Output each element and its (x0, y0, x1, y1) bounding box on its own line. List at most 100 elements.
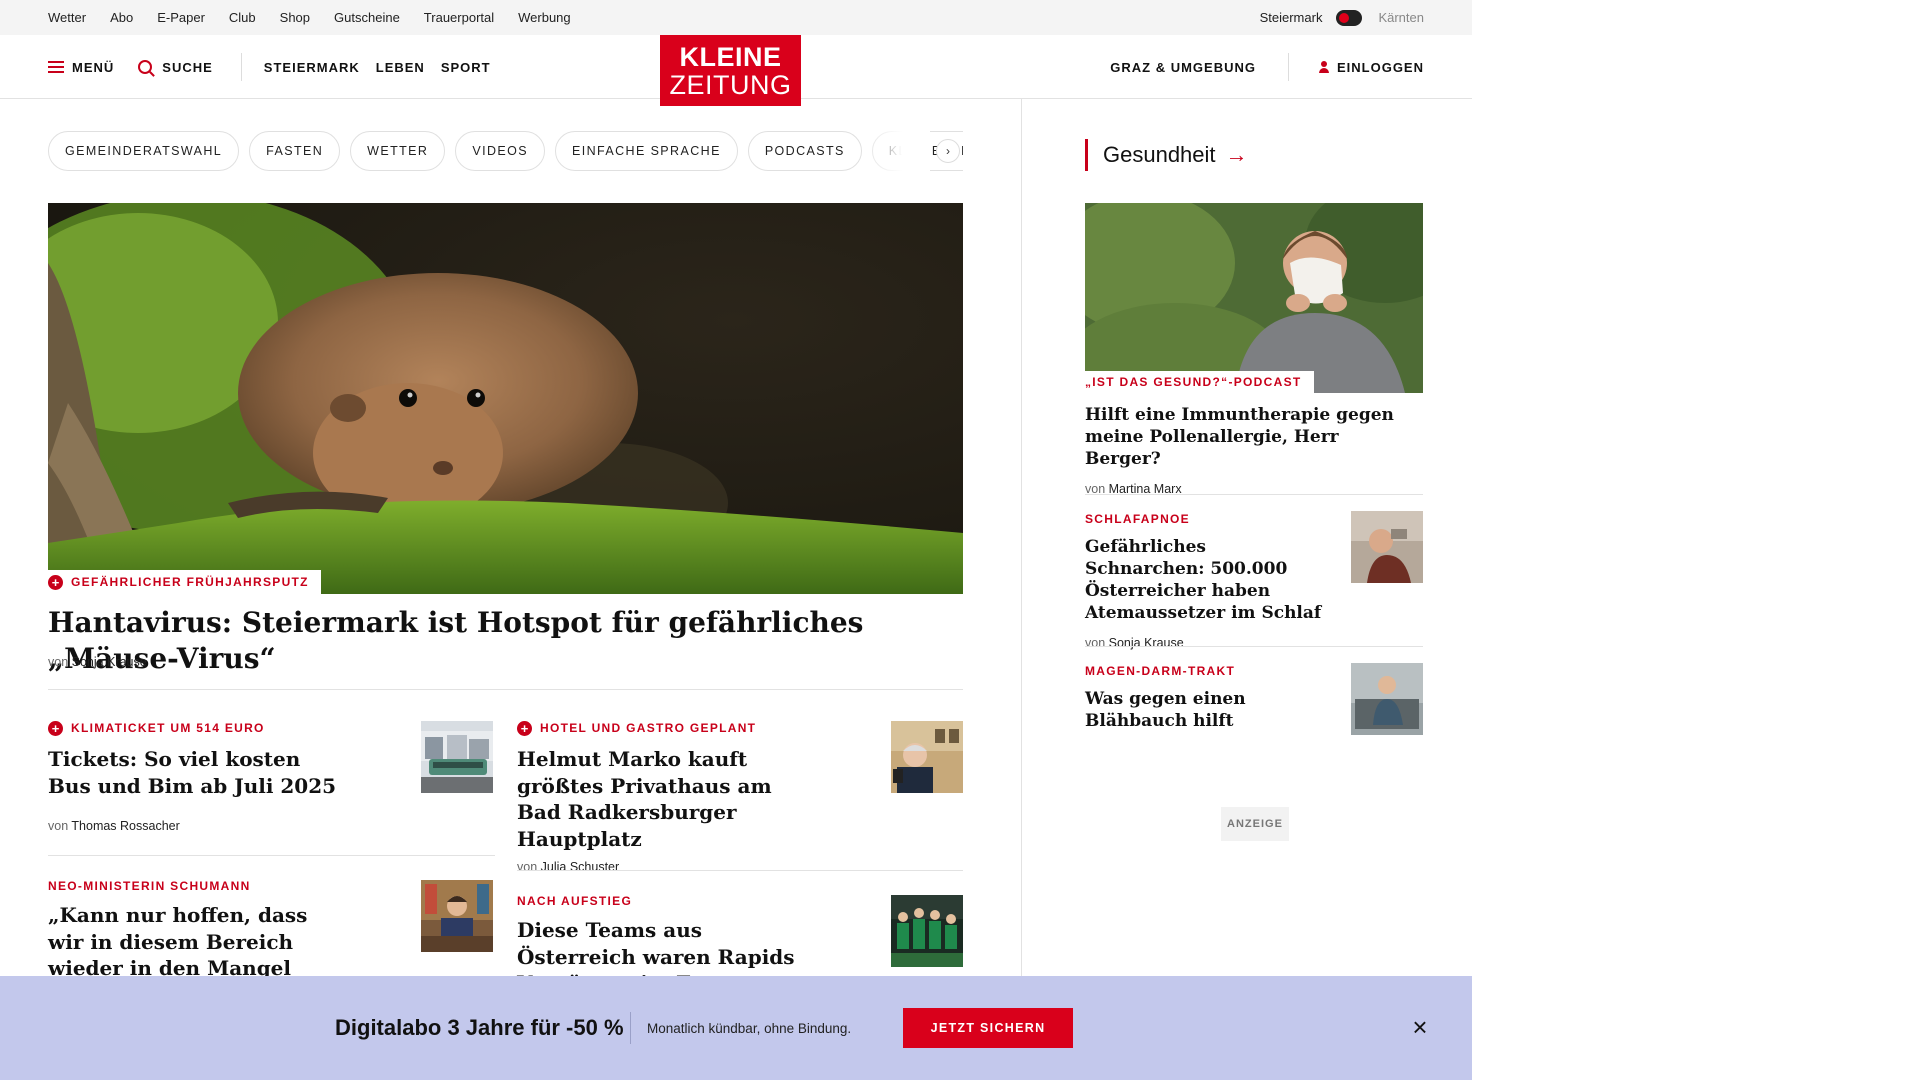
teaser-thumbnail-rapid[interactable] (891, 895, 963, 967)
byline-prefix: von (517, 860, 538, 874)
chip-gemeinderatswahl[interactable]: GEMEINDERATSWAHL (48, 131, 240, 171)
login-button[interactable]: EINLOGGEN (1318, 60, 1424, 75)
chip-fasten[interactable]: FASTEN (249, 131, 341, 171)
nav-sport[interactable]: SPORT (441, 60, 491, 75)
hamburger-icon (48, 61, 64, 73)
teaser-thumbnail-tram[interactable] (421, 721, 493, 793)
empty-area (1472, 0, 1920, 1080)
sidebar-kicker: MAGEN-DARM-TRAKT (1085, 664, 1236, 678)
teaser-kicker: NEO-MINISTERIN SCHUMANN (48, 879, 251, 893)
region-kaernten[interactable]: Kärnten (1378, 10, 1424, 25)
util-link-wetter[interactable]: Wetter (48, 10, 86, 25)
teaser-kicker-row: + HOTEL UND GASTRO GEPLANT (517, 720, 817, 736)
sidebar-feature[interactable]: Hilft eine Immuntherapie gegen meine Pol… (1085, 404, 1395, 496)
teaser-byline: von Thomas Rossacher (48, 819, 348, 833)
hero-kicker: + GEFÄHRLICHER FRÜHJAHRSPUTZ (48, 570, 321, 594)
sidebar-item-magen-darm[interactable]: MAGEN-DARM-TRAKT Was gegen einen Blähbau… (1085, 662, 1330, 732)
plus-icon: + (48, 720, 63, 736)
search-label: SUCHE (162, 59, 213, 75)
sidebar-section-title[interactable]: Gesundheit → (1085, 139, 1248, 171)
promo-divider (630, 1012, 631, 1044)
nav-leben[interactable]: LEBEN (376, 60, 425, 75)
hero-kicker-text: GEFÄHRLICHER FRÜHJAHRSPUTZ (71, 575, 309, 589)
region-steiermark[interactable]: Steiermark (1260, 10, 1323, 25)
teaser-title[interactable]: Tickets: So viel kosten Bus und Bim ab J… (48, 746, 348, 799)
sidebar-feature-title[interactable]: Hilft eine Immuntherapie gegen meine Pol… (1085, 404, 1395, 470)
byline-prefix: von (48, 655, 69, 669)
topic-chips: GEMEINDERATSWAHL FASTEN WETTER VIDEOS EI… (48, 131, 963, 171)
chip-podcasts[interactable]: PODCASTS (747, 131, 862, 171)
util-link-shop[interactable]: Shop (280, 10, 310, 25)
hero-title[interactable]: Hantavirus: Steiermark ist Hotspot für g… (48, 605, 988, 677)
promo-cta-button[interactable]: JETZT SICHERN (903, 1008, 1073, 1048)
chip-einfache-sprache[interactable]: EINFACHE SPRACHE (554, 131, 738, 171)
region-link[interactable]: GRAZ & UMGEBUNG (1110, 60, 1256, 75)
site-logo[interactable]: KLEINE ZEITUNG (660, 35, 801, 106)
ad-label: ANZEIGE (1221, 807, 1289, 841)
teaser-kicker-row: + KLIMATICKET UM 514 EURO (48, 720, 348, 736)
sidebar-feature-kicker: „IST DAS GESUND?“-PODCAST (1085, 371, 1314, 393)
sidebar-thumbnail-blaehbauch[interactable] (1351, 663, 1423, 735)
region-toggle[interactable] (1336, 9, 1363, 26)
site: Wetter Abo E-Paper Club Shop Gutscheine … (0, 0, 1472, 1080)
teaser-kicker-row: NACH AUFSTIEG (517, 893, 817, 909)
util-link-epaper[interactable]: E-Paper (157, 10, 205, 25)
teaser-author[interactable]: Thomas Rossacher (71, 819, 179, 833)
teaser-thumbnail-marko[interactable] (891, 721, 963, 793)
util-link-gutscheine[interactable]: Gutscheine (334, 10, 400, 25)
byline-prefix: von (1085, 636, 1106, 650)
header-divider-right (1287, 53, 1289, 81)
close-icon[interactable]: × (1408, 1014, 1432, 1040)
divider (517, 870, 963, 871)
util-link-trauerportal[interactable]: Trauerportal (424, 10, 494, 25)
teaser-klimaticket[interactable]: + KLIMATICKET UM 514 EURO Tickets: So vi… (48, 720, 348, 833)
menu-label: MENÜ (72, 59, 115, 75)
sidebar-author[interactable]: Sonja Krause (1109, 636, 1184, 650)
logo-line1: KLEINE (679, 41, 782, 72)
header-right: GRAZ & UMGEBUNG EINLOGGEN (1110, 35, 1424, 99)
header-divider (240, 53, 242, 81)
byline-prefix: von (48, 819, 69, 833)
divider (48, 689, 963, 690)
plus-icon: + (48, 574, 63, 590)
hero-byline: von Sonja Krause (48, 655, 147, 669)
hero-author[interactable]: Sonja Krause (72, 655, 147, 669)
page: Wetter Abo E-Paper Club Shop Gutscheine … (0, 0, 1920, 1080)
sidebar-item-byline: von Sonja Krause (1085, 636, 1330, 650)
sidebar-item-title[interactable]: Was gegen einen Blähbauch hilft (1085, 688, 1330, 732)
teaser-kicker-row: NEO-MINISTERIN SCHUMANN (48, 878, 338, 894)
sidebar-item-schlafapnoe[interactable]: SCHLAFAPNOE Gefährliches Schnarchen: 500… (1085, 510, 1330, 650)
promo-subtitle: Monatlich kündbar, ohne Bindung. (647, 1020, 852, 1036)
menu-button[interactable]: MENÜ (48, 60, 114, 75)
divider (1085, 646, 1423, 647)
search-icon (138, 60, 153, 74)
sidebar-thumbnail-schlaf[interactable] (1351, 511, 1423, 583)
promo-bar: Digitalabo 3 Jahre für -50 % Monatlich k… (0, 976, 1472, 1080)
teaser-title[interactable]: Helmut Marko kauft größtes Privathaus am… (517, 746, 817, 852)
divider (1085, 494, 1423, 495)
sidebar-item-title[interactable]: Gefährliches Schnarchen: 500.000 Österre… (1085, 536, 1330, 624)
header-left: MENÜ SUCHE STEIERMARK LEBEN SPORT (48, 35, 507, 99)
chevron-right-icon[interactable]: › (936, 139, 960, 163)
teaser-marko[interactable]: + HOTEL UND GASTRO GEPLANT Helmut Marko … (517, 720, 817, 874)
hero-image[interactable] (48, 203, 963, 594)
chip-wetter[interactable]: WETTER (350, 131, 446, 171)
chip-videos[interactable]: VIDEOS (455, 131, 545, 171)
teaser-kicker: NACH AUFSTIEG (517, 894, 633, 908)
sidebar-feature-image[interactable] (1085, 203, 1423, 393)
teaser-byline: von Julia Schuster (517, 860, 817, 874)
sidebar-kicker: „IST DAS GESUND?“-PODCAST (1085, 375, 1302, 389)
search-button[interactable]: SUCHE (138, 60, 213, 75)
promo-title: Digitalabo 3 Jahre für -50 % (335, 1015, 624, 1040)
teaser-author[interactable]: Julia Schuster (541, 860, 620, 874)
user-icon (1318, 61, 1329, 73)
util-link-werbung[interactable]: Werbung (518, 10, 571, 25)
teaser-thumbnail-schumann[interactable] (421, 880, 493, 952)
divider (48, 855, 495, 856)
util-link-abo[interactable]: Abo (110, 10, 133, 25)
utility-bar: Wetter Abo E-Paper Club Shop Gutscheine … (0, 0, 1472, 35)
util-link-club[interactable]: Club (229, 10, 256, 25)
utility-links: Wetter Abo E-Paper Club Shop Gutscheine … (48, 0, 595, 35)
nav-steiermark[interactable]: STEIERMARK (264, 60, 360, 75)
region-switch: Steiermark Kärnten (1260, 0, 1424, 35)
